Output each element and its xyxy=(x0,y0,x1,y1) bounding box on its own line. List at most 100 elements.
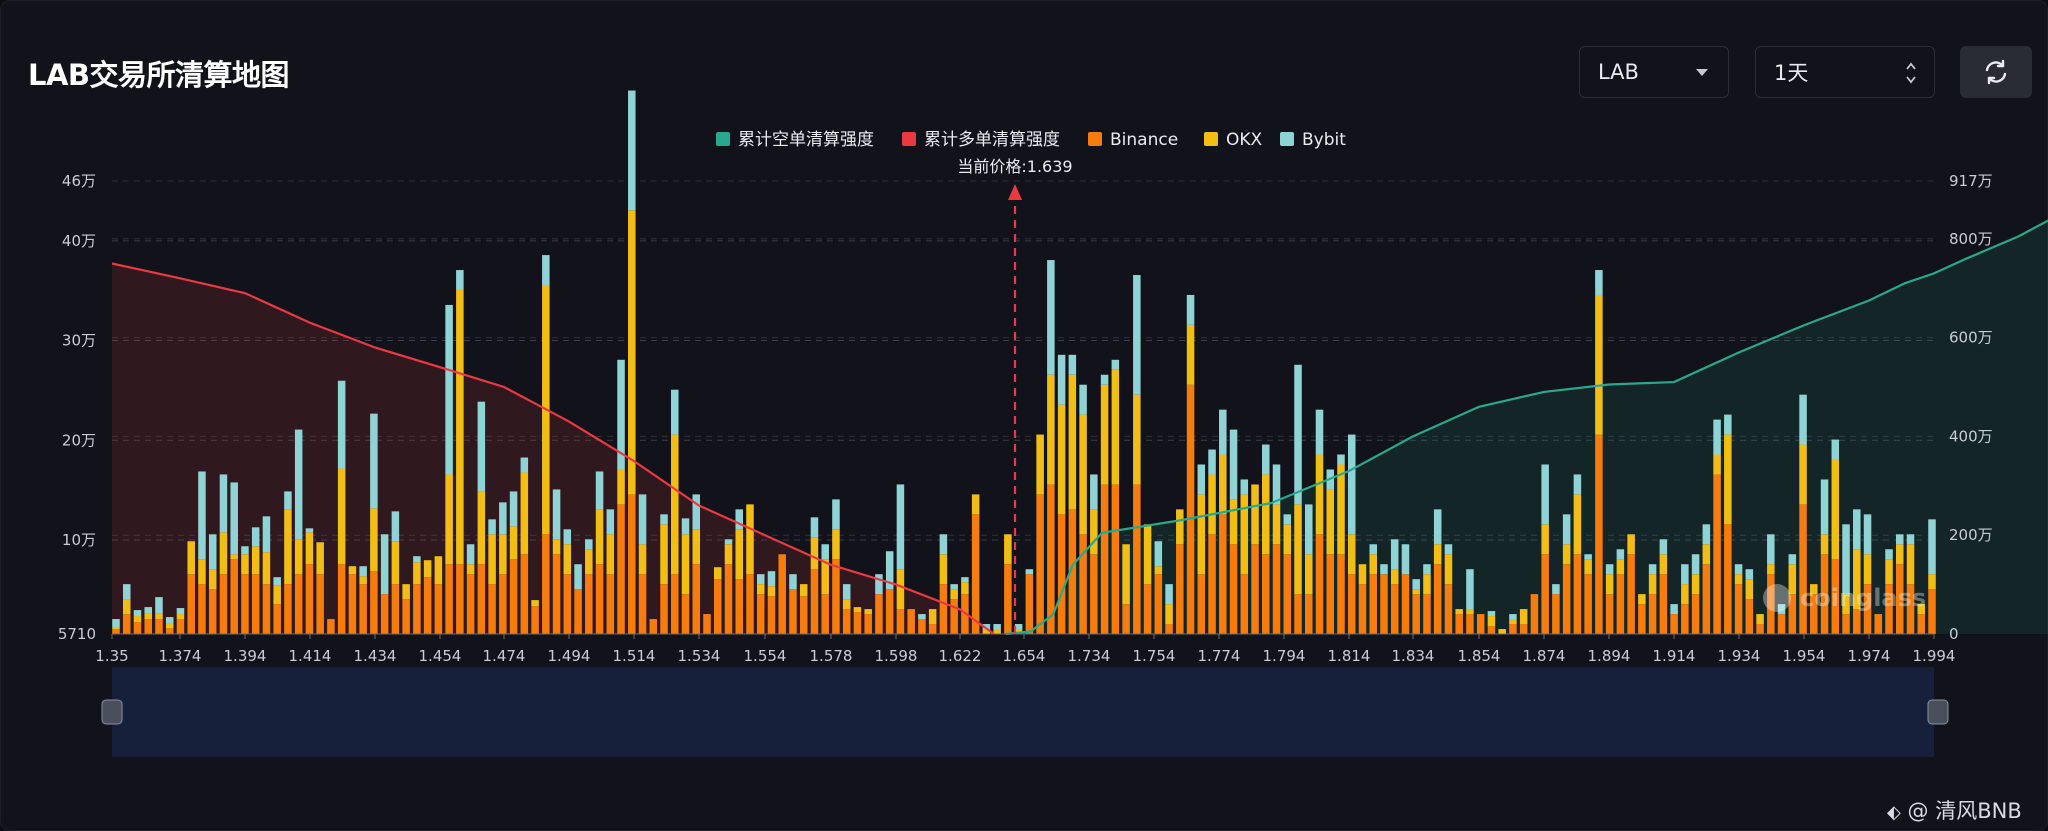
bar-segment-okx xyxy=(1326,489,1335,555)
bar-segment-bybit xyxy=(1896,534,1904,545)
bar-segment-binance xyxy=(445,564,453,634)
bar-segment-binance xyxy=(133,622,142,634)
bar-segment-okx xyxy=(434,556,443,585)
bar-segment-okx xyxy=(219,532,228,575)
bar-segment-bybit xyxy=(1272,464,1281,505)
bar-segment-okx xyxy=(1691,574,1700,595)
bar-segment-bybit xyxy=(1412,579,1420,590)
bar-segment-okx xyxy=(1272,504,1281,545)
bar-segment-binance xyxy=(832,559,840,634)
bar-segment-bybit xyxy=(1541,464,1549,525)
bar-segment-binance xyxy=(1756,624,1764,634)
bar-segment-binance xyxy=(950,599,958,634)
legend-item-label: Binance xyxy=(1110,130,1178,150)
bar-segment-binance xyxy=(1777,614,1786,634)
bar-segment-binance xyxy=(767,596,776,634)
bar-segment-okx xyxy=(413,562,421,585)
bar-segment-binance xyxy=(617,504,625,634)
bar-segment-okx xyxy=(928,609,937,625)
bar-segment-okx xyxy=(251,546,260,575)
bar-segment-bybit xyxy=(1681,564,1689,585)
bar-segment-binance xyxy=(552,554,561,634)
bar-segment-binance xyxy=(778,554,786,634)
bar-segment-okx xyxy=(1444,554,1453,585)
bar-segment-binance xyxy=(638,574,647,634)
bar-segment-binance xyxy=(896,609,905,634)
bar-segment-binance xyxy=(273,604,281,634)
bar-segment-bybit xyxy=(875,574,883,595)
bar-segment-binance xyxy=(1433,564,1442,634)
bar-segment-bybit xyxy=(993,624,1001,630)
bar-segment-binance xyxy=(628,494,636,634)
x-tick-label: 1.394 xyxy=(224,647,267,665)
bar-segment-bybit xyxy=(230,482,238,555)
bar-segment-bybit xyxy=(1702,524,1711,545)
bar-segment-okx xyxy=(1487,616,1496,627)
bar-segment-okx xyxy=(756,584,765,595)
bar-segment-bybit xyxy=(337,380,346,469)
x-tick-label: 1.934 xyxy=(1718,647,1761,665)
bar-segment-binance xyxy=(1305,594,1313,634)
bar-segment-binance xyxy=(337,564,346,634)
bar-segment-bybit xyxy=(842,584,851,600)
bar-segment-binance xyxy=(1509,624,1517,634)
bar-segment-okx xyxy=(1605,574,1614,595)
bar-segment-binance xyxy=(198,584,206,634)
bar-segment-bybit xyxy=(456,270,464,290)
bar-segment-bybit xyxy=(262,516,271,553)
bar-segment-okx xyxy=(1745,579,1754,600)
bar-segment-okx xyxy=(1724,434,1732,525)
bar-segment-binance xyxy=(466,574,475,634)
bar-segment-bybit xyxy=(520,457,529,473)
x-tick-label: 1.654 xyxy=(1003,647,1046,665)
bar-segment-bybit xyxy=(638,494,647,545)
bar-segment-bybit xyxy=(1713,419,1721,455)
bar-segment-okx xyxy=(284,509,292,585)
bar-segment-okx xyxy=(1595,294,1603,435)
bar-segment-bybit xyxy=(1262,444,1270,475)
bar-segment-binance xyxy=(305,564,314,634)
bar-segment-okx xyxy=(165,623,174,629)
bar-segment-bybit xyxy=(509,491,518,527)
bar-segment-binance xyxy=(1122,604,1130,634)
bar-segment-binance xyxy=(241,574,249,634)
bar-segment-bybit xyxy=(1584,554,1592,560)
x-tick-label: 1.854 xyxy=(1458,647,1501,665)
bar-segment-binance xyxy=(1584,574,1592,634)
bar-segment-okx xyxy=(176,614,185,620)
bar-segment-bybit xyxy=(294,429,303,540)
bar-segment-binance xyxy=(1648,594,1657,634)
x-tick-label: 1.414 xyxy=(289,647,332,665)
bar-segment-okx xyxy=(585,549,593,575)
bar-segment-bybit xyxy=(1906,534,1915,545)
bar-segment-binance xyxy=(1541,554,1549,634)
bar-segment-binance xyxy=(1036,494,1044,634)
bar-segment-bybit xyxy=(821,544,829,560)
bar-segment-binance xyxy=(370,571,378,634)
bar-segment-bybit xyxy=(370,413,378,509)
bar-segment-binance xyxy=(563,574,572,634)
bar-segment-binance xyxy=(1090,554,1098,634)
bar-segment-binance xyxy=(1165,624,1173,634)
y-right-tick-label: 600万 xyxy=(1949,329,1993,347)
bar-segment-binance xyxy=(423,577,432,634)
bar-segment-okx xyxy=(799,584,808,597)
bar-segment-binance xyxy=(928,624,937,634)
x-tick-label: 1.794 xyxy=(1263,647,1306,665)
y-left-tick-label: 46万 xyxy=(62,172,96,190)
bar-segment-binance xyxy=(746,574,754,634)
bar-segment-okx xyxy=(1294,504,1302,595)
bar-segment-bybit xyxy=(628,90,636,211)
bar-segment-binance xyxy=(1358,584,1367,634)
bar-segment-bybit xyxy=(660,514,668,525)
bar-segment-binance xyxy=(413,584,421,634)
zoom-handle-left xyxy=(101,699,123,725)
bar-segment-binance xyxy=(681,594,690,634)
bar-segment-binance xyxy=(230,559,238,634)
binance-square-icon: ⬖ xyxy=(1887,802,1901,823)
bar-segment-bybit xyxy=(606,509,615,535)
legend-item-label: 累计多单清算强度 xyxy=(924,130,1060,150)
bar-segment-bybit xyxy=(1670,604,1678,615)
bar-segment-binance xyxy=(1111,484,1120,634)
bar-segment-okx xyxy=(671,434,679,575)
